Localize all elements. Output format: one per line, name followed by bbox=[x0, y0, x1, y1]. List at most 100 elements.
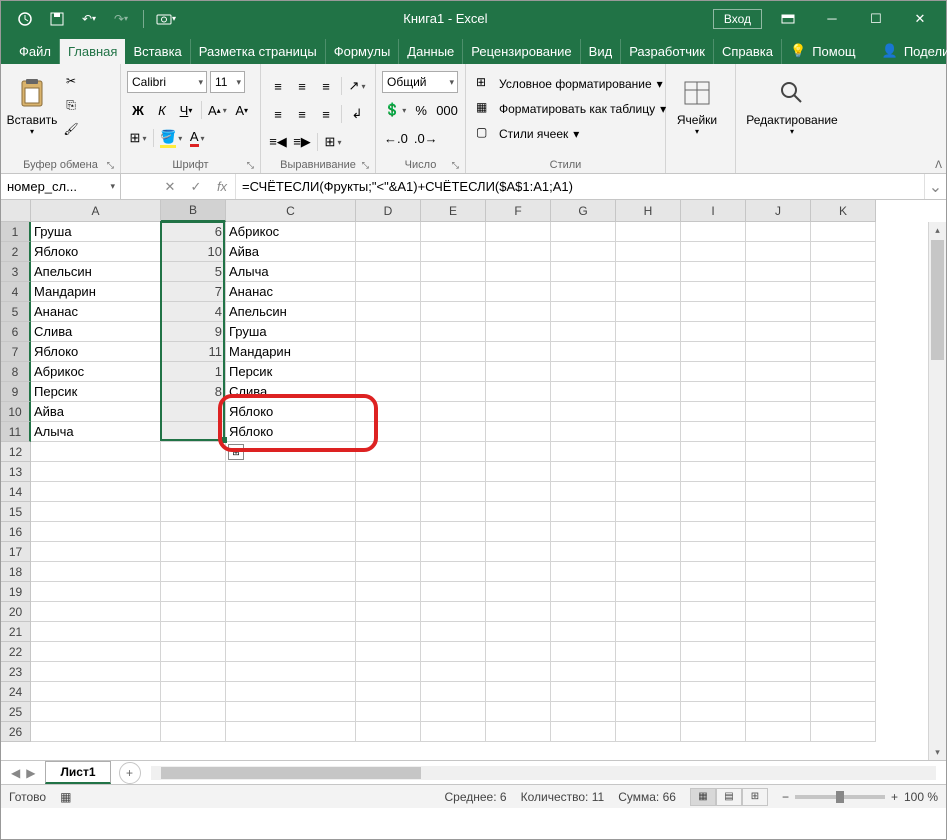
cell-J24[interactable] bbox=[746, 682, 811, 702]
cell-K7[interactable] bbox=[811, 342, 876, 362]
cell-K2[interactable] bbox=[811, 242, 876, 262]
cell-E10[interactable] bbox=[421, 402, 486, 422]
cell-A24[interactable] bbox=[31, 682, 161, 702]
cell-F20[interactable] bbox=[486, 602, 551, 622]
cell-G1[interactable] bbox=[551, 222, 616, 242]
cell-E8[interactable] bbox=[421, 362, 486, 382]
cell-B18[interactable] bbox=[161, 562, 226, 582]
cell-J25[interactable] bbox=[746, 702, 811, 722]
increase-decimal-button[interactable]: ←.0 bbox=[382, 127, 410, 149]
row-header-14[interactable]: 14 bbox=[1, 482, 31, 502]
cell-H16[interactable] bbox=[616, 522, 681, 542]
cell-E26[interactable] bbox=[421, 722, 486, 742]
cell-H8[interactable] bbox=[616, 362, 681, 382]
cell-G9[interactable] bbox=[551, 382, 616, 402]
cell-H18[interactable] bbox=[616, 562, 681, 582]
cell-D7[interactable] bbox=[356, 342, 421, 362]
name-box[interactable]: номер_сл... bbox=[1, 174, 121, 199]
cell-J17[interactable] bbox=[746, 542, 811, 562]
row-header-4[interactable]: 4 bbox=[1, 282, 31, 302]
copy-button[interactable]: ⎘ bbox=[61, 95, 81, 115]
cell-A14[interactable] bbox=[31, 482, 161, 502]
row-header-1[interactable]: 1 bbox=[1, 222, 31, 242]
cell-G19[interactable] bbox=[551, 582, 616, 602]
cell-D16[interactable] bbox=[356, 522, 421, 542]
cell-D18[interactable] bbox=[356, 562, 421, 582]
cell-K6[interactable] bbox=[811, 322, 876, 342]
camera-button[interactable]: ▾ bbox=[154, 7, 178, 31]
cell-C15[interactable] bbox=[226, 502, 356, 522]
currency-button[interactable]: 💲 bbox=[382, 99, 408, 121]
cell-A20[interactable] bbox=[31, 602, 161, 622]
cell-D22[interactable] bbox=[356, 642, 421, 662]
decrease-indent-button[interactable]: ≡◀ bbox=[267, 131, 289, 153]
cell-C2[interactable]: Айва bbox=[226, 242, 356, 262]
cell-A26[interactable] bbox=[31, 722, 161, 742]
cell-D14[interactable] bbox=[356, 482, 421, 502]
cut-button[interactable]: ✂ bbox=[61, 71, 81, 91]
macro-record-icon[interactable]: ▦ bbox=[60, 790, 71, 804]
cell-E9[interactable] bbox=[421, 382, 486, 402]
shrink-font-button[interactable]: A▾ bbox=[231, 99, 253, 121]
format-as-table-button[interactable]: ▦Форматировать как таблицу ▾ bbox=[472, 98, 670, 120]
cell-E3[interactable] bbox=[421, 262, 486, 282]
tab-formulas[interactable]: Формулы bbox=[326, 39, 400, 64]
row-header-3[interactable]: 3 bbox=[1, 262, 31, 282]
italic-button[interactable]: К bbox=[151, 99, 173, 121]
enter-formula-button[interactable]: ✓ bbox=[183, 179, 209, 195]
cell-I6[interactable] bbox=[681, 322, 746, 342]
cell-K26[interactable] bbox=[811, 722, 876, 742]
cell-F26[interactable] bbox=[486, 722, 551, 742]
row-header-23[interactable]: 23 bbox=[1, 662, 31, 682]
cell-D20[interactable] bbox=[356, 602, 421, 622]
row-header-18[interactable]: 18 bbox=[1, 562, 31, 582]
cell-C21[interactable] bbox=[226, 622, 356, 642]
cell-A13[interactable] bbox=[31, 462, 161, 482]
align-left-button[interactable]: ≡ bbox=[267, 103, 289, 125]
cell-B24[interactable] bbox=[161, 682, 226, 702]
ribbon-options-button[interactable] bbox=[768, 5, 808, 33]
cell-I17[interactable] bbox=[681, 542, 746, 562]
cell-A7[interactable]: Яблоко bbox=[31, 342, 161, 362]
cell-C3[interactable]: Алыча bbox=[226, 262, 356, 282]
cell-H21[interactable] bbox=[616, 622, 681, 642]
cell-A19[interactable] bbox=[31, 582, 161, 602]
cell-F18[interactable] bbox=[486, 562, 551, 582]
cell-J21[interactable] bbox=[746, 622, 811, 642]
cell-J1[interactable] bbox=[746, 222, 811, 242]
cell-G12[interactable] bbox=[551, 442, 616, 462]
horizontal-scrollbar[interactable] bbox=[151, 766, 937, 780]
cell-C1[interactable]: Абрикос bbox=[226, 222, 356, 242]
cell-K19[interactable] bbox=[811, 582, 876, 602]
worksheet-grid[interactable]: ABCDEFGHIJK 1234567891011121314151617181… bbox=[1, 200, 946, 760]
align-right-button[interactable]: ≡ bbox=[315, 103, 337, 125]
page-layout-view-button[interactable]: ▤ bbox=[716, 788, 742, 806]
paste-button[interactable]: Вставить ▾ bbox=[7, 67, 57, 145]
cell-A21[interactable] bbox=[31, 622, 161, 642]
cell-I11[interactable] bbox=[681, 422, 746, 442]
cell-D24[interactable] bbox=[356, 682, 421, 702]
cell-J11[interactable] bbox=[746, 422, 811, 442]
cell-F7[interactable] bbox=[486, 342, 551, 362]
cell-A6[interactable]: Слива bbox=[31, 322, 161, 342]
cell-I4[interactable] bbox=[681, 282, 746, 302]
cell-E7[interactable] bbox=[421, 342, 486, 362]
cell-B16[interactable] bbox=[161, 522, 226, 542]
cell-G18[interactable] bbox=[551, 562, 616, 582]
clipboard-launcher[interactable]: ⤡ bbox=[107, 160, 114, 171]
sheet-nav-prev[interactable]: ◀ bbox=[11, 766, 20, 780]
cell-H2[interactable] bbox=[616, 242, 681, 262]
row-header-22[interactable]: 22 bbox=[1, 642, 31, 662]
cell-D6[interactable] bbox=[356, 322, 421, 342]
row-header-26[interactable]: 26 bbox=[1, 722, 31, 742]
cell-D2[interactable] bbox=[356, 242, 421, 262]
cell-I25[interactable] bbox=[681, 702, 746, 722]
cell-E13[interactable] bbox=[421, 462, 486, 482]
cell-C6[interactable]: Груша bbox=[226, 322, 356, 342]
cell-E25[interactable] bbox=[421, 702, 486, 722]
tab-home[interactable]: Главная bbox=[60, 39, 125, 64]
cell-K14[interactable] bbox=[811, 482, 876, 502]
cell-C22[interactable] bbox=[226, 642, 356, 662]
cell-A5[interactable]: Ананас bbox=[31, 302, 161, 322]
comma-button[interactable]: 000 bbox=[434, 99, 460, 121]
